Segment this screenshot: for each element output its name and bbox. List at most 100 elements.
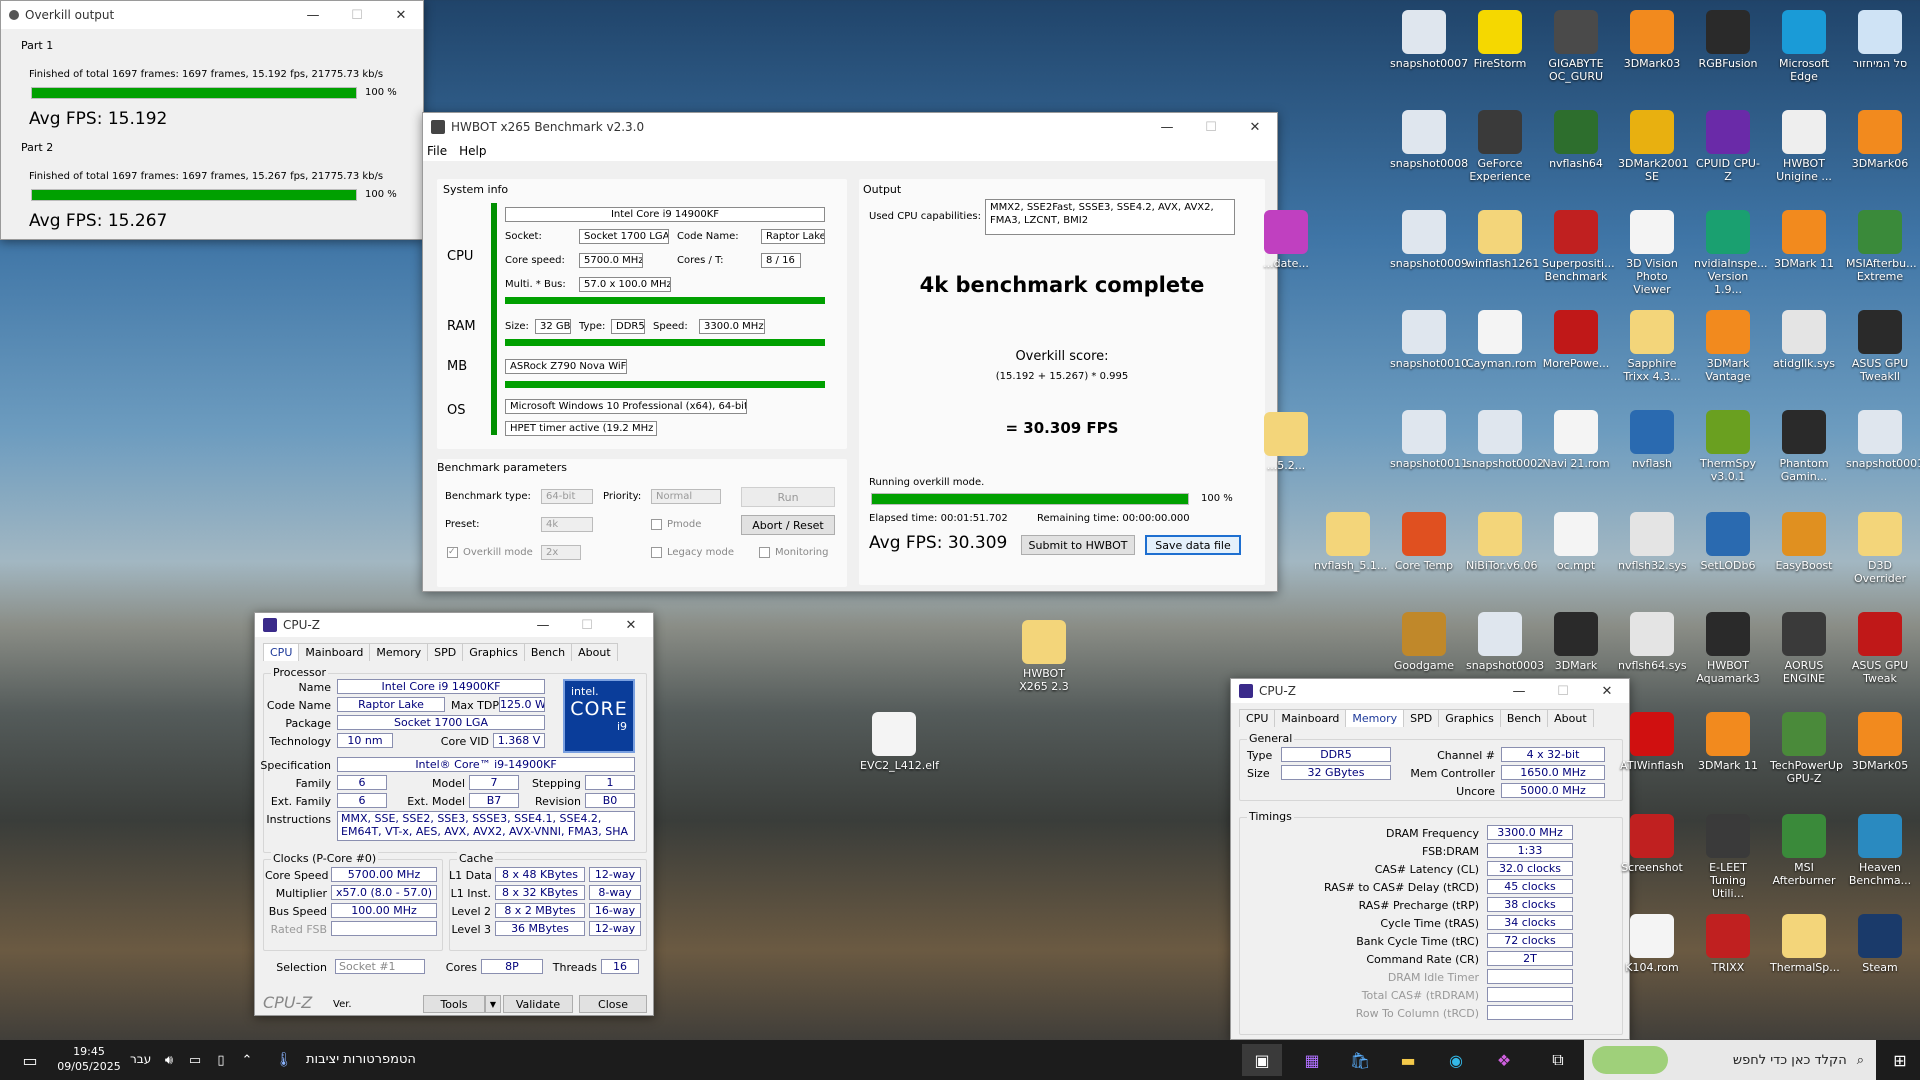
desktop-icon[interactable]: RGBFusion xyxy=(1694,10,1762,70)
network-icon[interactable]: ▭ xyxy=(182,1044,208,1076)
desktop-icon[interactable]: CPUID CPU-Z xyxy=(1694,110,1762,183)
desktop-icon[interactable]: nvflash64 xyxy=(1542,110,1610,170)
desktop-icon[interactable]: snapshot0010 xyxy=(1390,310,1468,370)
weather-text[interactable]: הטמפרטורות יציבות xyxy=(306,1052,416,1067)
desktop-icon[interactable]: MorePowe... xyxy=(1542,310,1610,370)
tools-dropdown-icon[interactable]: ▼ xyxy=(485,995,501,1013)
desktop-icon[interactable]: TRIXX xyxy=(1694,914,1762,974)
desktop-icon[interactable]: ASUS GPU Tweakll xyxy=(1846,310,1914,383)
weather-icon[interactable]: 🌡︎ xyxy=(272,1044,296,1076)
abort-reset-button[interactable]: Abort / Reset xyxy=(741,515,835,535)
desktop-icon[interactable]: atidgllk.sys xyxy=(1770,310,1838,370)
tab-spd[interactable]: SPD xyxy=(427,643,464,661)
desktop-icon[interactable]: snapshot0002 xyxy=(1466,410,1544,470)
title-bar[interactable]: CPU-Z — ☐ ✕ xyxy=(255,613,653,637)
legacy-checkbox[interactable] xyxy=(651,547,662,558)
desktop-icon[interactable]: TechPowerUp GPU-Z xyxy=(1770,712,1843,785)
minimize-icon[interactable]: — xyxy=(1145,113,1189,141)
close-icon[interactable]: ✕ xyxy=(379,1,423,29)
desktop-icon[interactable]: snapshot0003 xyxy=(1466,612,1544,672)
validate-button[interactable]: Validate xyxy=(503,995,573,1013)
desktop-icon[interactable]: Heaven Benchma... xyxy=(1846,814,1914,887)
desktop-icon[interactable]: 3DMark xyxy=(1542,612,1610,672)
desktop-icon[interactable]: winflash1261 xyxy=(1466,210,1539,270)
desktop-icon[interactable]: HWBOT Unigine ... xyxy=(1770,110,1838,183)
desktop-icon[interactable]: HWBOT X265 2.3 xyxy=(1010,620,1078,693)
desktop-icon[interactable]: ...5.2... xyxy=(1252,412,1320,472)
desktop-icon[interactable]: SetLODb6 xyxy=(1694,512,1762,572)
clock[interactable]: 19:45 09/05/2025 xyxy=(54,1044,124,1074)
overkill-checkbox[interactable]: ✓ xyxy=(447,547,458,558)
desktop-icon[interactable]: 3DMark Vantage xyxy=(1694,310,1762,383)
hwbot-window[interactable]: HWBOT x265 Benchmark v2.3.0 — ☐ ✕ File H… xyxy=(422,112,1278,592)
desktop-icon[interactable]: nvidiaInspe... Version 1.9... xyxy=(1694,210,1768,296)
desktop-icon[interactable]: ...date... xyxy=(1252,210,1320,270)
title-bar[interactable]: CPU-Z — ☐ ✕ xyxy=(1231,679,1629,703)
desktop-icon[interactable]: Goodgame xyxy=(1390,612,1458,672)
tab-bench[interactable]: Bench xyxy=(523,643,573,661)
bench-type-select[interactable]: 64-bit xyxy=(541,489,593,504)
desktop-icon[interactable]: K104.rom xyxy=(1618,914,1686,974)
cpuz-memory-window[interactable]: CPU-Z — ☐ ✕ CPU Mainboard Memory SPD Gra… xyxy=(1230,678,1630,1040)
minimize-icon[interactable]: — xyxy=(291,1,335,29)
desktop-icon[interactable]: E-LEET Tuning Utili... xyxy=(1694,814,1762,900)
desktop-icon[interactable]: MSI Afterburner xyxy=(1770,814,1838,887)
battery-icon[interactable]: ▯ xyxy=(208,1044,234,1076)
desktop-icon[interactable]: GIGABYTE OC_GURU xyxy=(1542,10,1610,83)
taskbar-app-edge[interactable]: ◉ xyxy=(1436,1044,1476,1076)
title-bar[interactable]: HWBOT x265 Benchmark v2.3.0 — ☐ ✕ xyxy=(423,113,1277,141)
start-button[interactable]: ⊞ xyxy=(1880,1044,1920,1076)
desktop-icon[interactable]: nvflsh32.sys xyxy=(1618,512,1687,572)
desktop-icon[interactable]: GeForce Experience xyxy=(1466,110,1534,183)
desktop-icon[interactable]: 3DMark2001 SE xyxy=(1618,110,1689,183)
task-view-icon[interactable]: ⧉ xyxy=(1538,1044,1578,1076)
desktop-icon[interactable]: 3DMark03 xyxy=(1618,10,1686,70)
taskbar-app-store[interactable]: 🛍︎ xyxy=(1340,1044,1380,1076)
maximize-icon[interactable]: ☐ xyxy=(1189,113,1233,141)
desktop-icon[interactable]: EasyBoost xyxy=(1770,512,1838,572)
desktop-icon[interactable]: 3DMark06 xyxy=(1846,110,1914,170)
close-icon[interactable]: ✕ xyxy=(1233,113,1277,141)
desktop-icon[interactable]: NiBiTor.v6.06 xyxy=(1466,512,1537,572)
desktop-icon[interactable]: ThermSpy v3.0.1 xyxy=(1694,410,1762,483)
desktop-icon[interactable]: Core Temp xyxy=(1390,512,1458,572)
desktop-icon[interactable]: snapshot0008 xyxy=(1390,110,1468,170)
tab-graphics[interactable]: Graphics xyxy=(462,643,525,661)
tab-cpu[interactable]: CPU xyxy=(1239,709,1276,727)
tab-mainboard[interactable]: Mainboard xyxy=(1274,709,1347,727)
desktop-icon[interactable]: snapshot0011 xyxy=(1390,410,1468,470)
desktop-icon[interactable]: Steam xyxy=(1846,914,1914,974)
tools-button[interactable]: Tools xyxy=(423,995,485,1013)
close-icon[interactable]: ✕ xyxy=(1585,677,1629,705)
monitoring-checkbox[interactable] xyxy=(759,547,770,558)
close-icon[interactable]: ✕ xyxy=(609,611,653,639)
maximize-icon[interactable]: ☐ xyxy=(565,611,609,639)
desktop-icon[interactable]: 3DMark 11 xyxy=(1770,210,1838,270)
desktop-icon[interactable]: oc.mpt xyxy=(1542,512,1610,572)
desktop-icon[interactable]: snapshot0009 xyxy=(1390,210,1468,270)
preset-select[interactable]: 4k xyxy=(541,517,593,532)
desktop-icon[interactable]: AORUS ENGINE xyxy=(1770,612,1838,685)
desktop-icon[interactable]: Sapphire Trixx 4.3... xyxy=(1618,310,1686,383)
cpuz-cpu-window[interactable]: CPU-Z — ☐ ✕ CPU Mainboard Memory SPD Gra… xyxy=(254,612,654,1016)
tab-memory[interactable]: Memory xyxy=(369,643,429,661)
pmode-checkbox[interactable] xyxy=(651,519,662,530)
menu-help[interactable]: Help xyxy=(459,144,486,158)
desktop-icon[interactable]: סל המיחזור xyxy=(1846,10,1914,70)
volume-icon[interactable]: 🔊︎ xyxy=(156,1044,182,1076)
desktop-icon[interactable]: Phantom Gamin... xyxy=(1770,410,1838,483)
notifications-icon[interactable]: ▭ xyxy=(10,1044,50,1076)
chevron-up-icon[interactable]: ⌃ xyxy=(234,1044,260,1076)
maximize-icon[interactable]: ☐ xyxy=(335,1,379,29)
tab-bench[interactable]: Bench xyxy=(1499,709,1549,727)
desktop-icon[interactable]: HWBOT Aquamark3 xyxy=(1694,612,1762,685)
submit-hwbot-button[interactable]: Submit to HWBOT xyxy=(1021,535,1135,555)
desktop-icon[interactable]: snapshot0007 xyxy=(1390,10,1468,70)
tab-memory[interactable]: Memory xyxy=(1345,709,1405,727)
desktop-icon[interactable]: EVC2_L412.elf xyxy=(860,712,939,772)
desktop-icon[interactable]: D3D Overrider xyxy=(1846,512,1914,585)
language-indicator[interactable]: עבר xyxy=(130,1052,151,1066)
tab-about[interactable]: About xyxy=(571,643,618,661)
desktop-icon[interactable]: ThermalSp... xyxy=(1770,914,1840,974)
search-box[interactable]: הקלד כאן כדי לחפש ⌕ xyxy=(1584,1040,1876,1080)
